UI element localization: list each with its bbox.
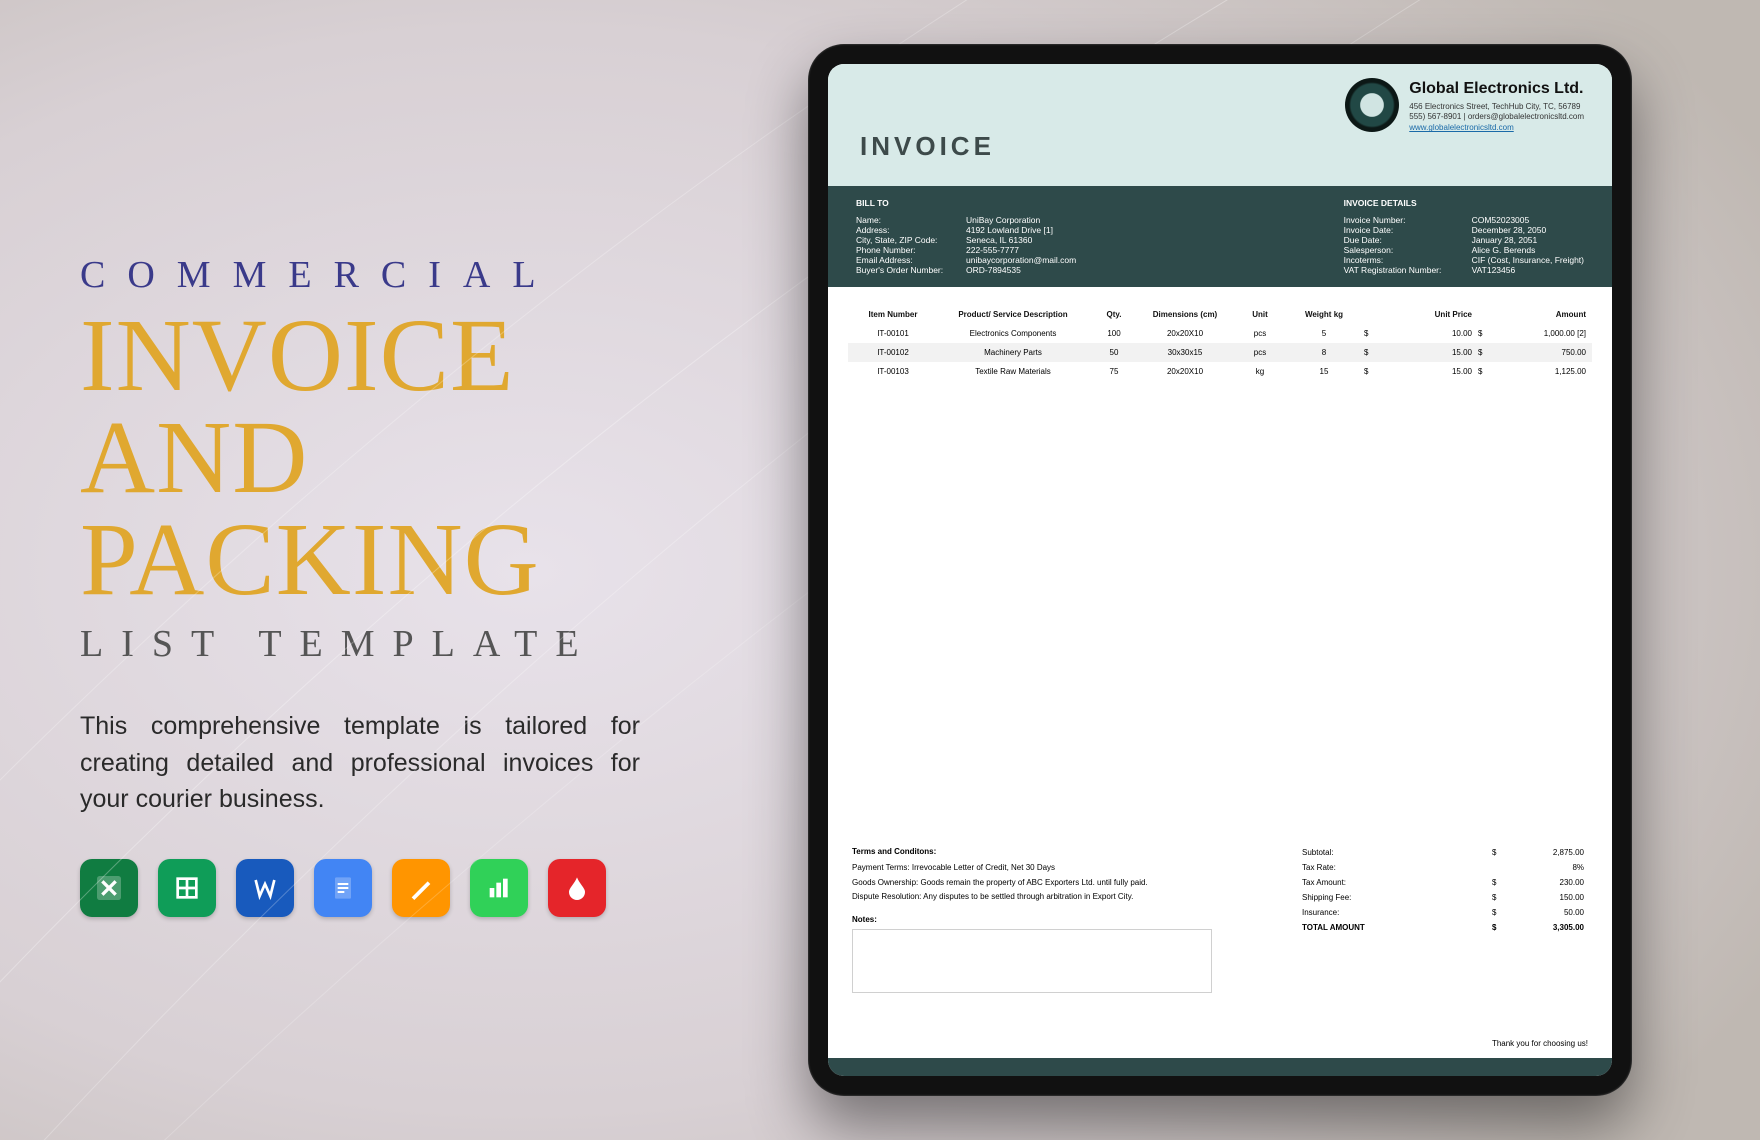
company-address: 456 Electronics Street, TechHub City, TC…: [1409, 102, 1584, 113]
company-url: www.globalelectronicsltd.com: [1409, 123, 1584, 134]
format-icons: [80, 859, 760, 917]
bill-to-row: Email Address:unibaycorporation@mail.com: [856, 255, 1076, 265]
invoice-heading: INVOICE: [856, 131, 995, 162]
bill-to-row: City, State, ZIP Code:Seneca, IL 61360: [856, 235, 1076, 245]
company-block: Global Electronics Ltd. 456 Electronics …: [1345, 78, 1584, 134]
invoice-detail-row: Incoterms:CIF (Cost, Insurance, Freight): [1344, 255, 1584, 265]
notes-block: Notes:: [852, 913, 1212, 993]
footer-bar: [828, 1058, 1612, 1076]
terms-line: Dispute Resolution: Any disputes to be s…: [852, 890, 1278, 904]
title-line-2: INVOICE: [80, 305, 760, 407]
company-logo: [1345, 78, 1399, 132]
terms-line: Payment Terms: Irrevocable Letter of Cre…: [852, 861, 1278, 875]
pages-icon: [392, 859, 450, 917]
table-header: Item NumberProduct/ Service DescriptionQ…: [848, 305, 1592, 324]
numbers-icon: [470, 859, 528, 917]
total-line: Subtotal:$2,875.00: [1298, 845, 1588, 860]
excel-icon: [80, 859, 138, 917]
total-line: Shipping Fee:$150.00: [1298, 890, 1588, 905]
title-block: COMMERCIAL INVOICE AND PACKING LIST TEMP…: [80, 223, 760, 917]
company-contact: 555) 567-8901 | orders@globalelectronics…: [1409, 112, 1584, 123]
bill-to-heading: BILL TO: [856, 198, 1076, 208]
billing-info-band: BILL TO Name:UniBay CorporationAddress:4…: [828, 186, 1612, 287]
tablet-frame: INVOICE Global Electronics Ltd. 456 Elec…: [808, 44, 1632, 1096]
line-items-table: Item NumberProduct/ Service DescriptionQ…: [828, 287, 1612, 381]
title-line-5: LIST TEMPLATE: [80, 622, 760, 666]
bill-to-row: Phone Number:222-555-7777: [856, 245, 1076, 255]
invoice-details-column: INVOICE DETAILS Invoice Number:COM520230…: [1344, 198, 1584, 275]
total-line: Tax Amount:$230.00: [1298, 875, 1588, 890]
invoice-document: INVOICE Global Electronics Ltd. 456 Elec…: [828, 64, 1612, 1076]
bill-to-row: Buyer's Order Number:ORD-7894535: [856, 265, 1076, 275]
notes-label: Notes:: [852, 915, 877, 924]
terms-block: Terms and Conditons: Payment Terms: Irre…: [852, 845, 1278, 993]
notes-box: [852, 929, 1212, 993]
total-line: Insurance:$50.00: [1298, 905, 1588, 920]
invoice-detail-row: Invoice Number:COM52023005: [1344, 215, 1584, 225]
pdf-icon: [548, 859, 606, 917]
word-icon: [236, 859, 294, 917]
bill-to-row: Address:4192 Lowland Drive [1]: [856, 225, 1076, 235]
bill-to-row: Name:UniBay Corporation: [856, 215, 1076, 225]
table-row: IT-00103Textile Raw Materials7520x20X10k…: [848, 362, 1592, 381]
invoice-details-heading: INVOICE DETAILS: [1344, 198, 1584, 208]
company-name: Global Electronics Ltd.: [1409, 78, 1584, 100]
total-line: TOTAL AMOUNT$3,305.00: [1298, 920, 1588, 935]
invoice-detail-row: Invoice Date:December 28, 2050: [1344, 225, 1584, 235]
table-row: IT-00102Machinery Parts5030x30x15pcs8$15…: [848, 343, 1592, 362]
title-line-1: COMMERCIAL: [80, 253, 760, 297]
terms-heading: Terms and Conditons:: [852, 845, 1278, 859]
title-line-3: AND: [80, 407, 760, 509]
table-row: IT-00101Electronics Components10020x20X1…: [848, 324, 1592, 343]
invoice-header: INVOICE Global Electronics Ltd. 456 Elec…: [828, 64, 1612, 186]
bill-to-column: BILL TO Name:UniBay CorporationAddress:4…: [856, 198, 1076, 275]
docs-icon: [314, 859, 372, 917]
invoice-detail-row: VAT Registration Number:VAT123456: [1344, 265, 1584, 275]
thank-you-text: Thank you for choosing us!: [852, 1039, 1588, 1048]
invoice-footer: Terms and Conditons: Payment Terms: Irre…: [828, 845, 1612, 1076]
totals-block: Subtotal:$2,875.00Tax Rate:8%Tax Amount:…: [1298, 845, 1588, 935]
invoice-detail-row: Due Date:January 28, 2051: [1344, 235, 1584, 245]
total-line: Tax Rate:8%: [1298, 860, 1588, 875]
invoice-detail-row: Salesperson:Alice G. Berends: [1344, 245, 1584, 255]
sheets-icon: [158, 859, 216, 917]
title-line-4: PACKING: [80, 509, 760, 611]
terms-line: Goods Ownership: Goods remain the proper…: [852, 876, 1278, 890]
description: This comprehensive template is tailored …: [80, 708, 640, 817]
